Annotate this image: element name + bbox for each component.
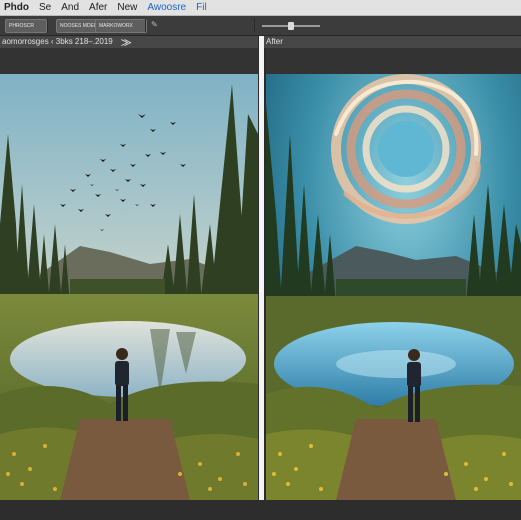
compare-slider-knob[interactable]	[288, 22, 294, 30]
before-photo	[0, 74, 258, 500]
toolbar-button-markers[interactable]: MARKOWORX	[95, 19, 147, 33]
compare-divider[interactable]	[259, 36, 264, 520]
before-panel-gap	[0, 48, 258, 74]
menu-item-after[interactable]: Afer	[84, 0, 112, 15]
status-bar	[0, 500, 521, 520]
menu-item-select[interactable]: Se	[34, 0, 56, 15]
after-panel-header: After	[262, 36, 521, 48]
toolbar-separator	[254, 19, 255, 32]
menu-bar: Phdo Se And Afer New Awoosre Fil	[0, 0, 521, 16]
after-image[interactable]	[266, 74, 521, 500]
menu-item-new[interactable]: New	[112, 0, 142, 15]
menu-item-awesome[interactable]: Awoosre	[142, 0, 191, 15]
menu-item-and[interactable]: And	[56, 0, 84, 15]
pencil-icon[interactable]: ✎	[151, 19, 158, 31]
after-panel-label: After	[266, 37, 283, 46]
compare-slider[interactable]	[262, 22, 320, 30]
breadcrumb: aomorrosges ‹ 3bks 218–.2019 ⨠	[0, 36, 258, 48]
toolbar-separator	[145, 19, 146, 32]
toolbar-separator	[47, 19, 48, 32]
after-panel-gap	[266, 48, 521, 74]
toolbar: PHROSCR NOOSES MDEISC MARKOWORX ✎	[0, 16, 521, 36]
menu-item-photo[interactable]: Phdo	[0, 0, 34, 15]
breadcrumb-path[interactable]: aomorrosges ‹ 3bks 218–.2019	[2, 36, 113, 48]
after-photo	[266, 74, 521, 500]
toolbar-button-presets[interactable]: PHROSCR	[5, 19, 47, 33]
breadcrumb-next-icon[interactable]: ⨠	[121, 36, 132, 48]
menu-item-file[interactable]: Fil	[191, 0, 212, 15]
before-image[interactable]	[0, 74, 258, 500]
toolbar-button-modes[interactable]: NOOSES MDEISC	[56, 19, 98, 33]
